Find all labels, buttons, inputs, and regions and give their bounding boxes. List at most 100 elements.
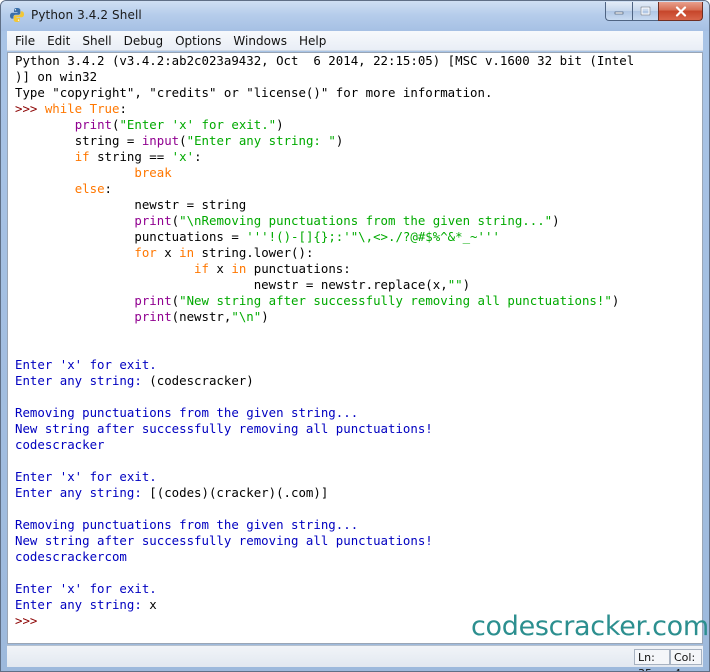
python-icon xyxy=(10,8,24,22)
keyword: if xyxy=(74,149,90,164)
keyword: while xyxy=(44,101,83,116)
menu-help[interactable]: Help xyxy=(293,31,332,51)
output-line: Enter 'x' for exit. xyxy=(15,469,157,484)
string-literal: "New string after successfully removing … xyxy=(179,293,612,308)
code-line: newstr = newstr.replace(x,"") xyxy=(15,277,702,293)
input-line: Enter any string: [(codes)(cracker)(.com… xyxy=(15,485,702,501)
window-controls xyxy=(605,2,703,22)
code-text: x xyxy=(156,245,180,260)
code-line: string = input("Enter any string: ") xyxy=(74,133,344,148)
code-text: x xyxy=(208,261,232,276)
string-literal: "Enter 'x' for exit." xyxy=(119,117,277,132)
code-line: print("New string after successfully rem… xyxy=(134,293,620,308)
user-input: x xyxy=(149,597,157,612)
output-text: Enter any string: xyxy=(15,373,150,388)
code-text: punctuations = xyxy=(134,229,247,244)
close-icon xyxy=(675,5,686,17)
banner-line: Python 3.4.2 (v3.4.2:ab2c023a9432, Oct 6… xyxy=(15,53,635,68)
keyword: else xyxy=(74,181,105,196)
output-line: Removing punctuations from the given str… xyxy=(15,517,359,532)
code-text: ) xyxy=(261,309,269,324)
menu-file[interactable]: File xyxy=(9,31,41,51)
python-shell-window: Python 3.4.2 Shell File Edit Shell Debug… xyxy=(0,0,710,672)
close-button[interactable] xyxy=(658,2,703,21)
keyword: for xyxy=(134,245,157,260)
builtin: print xyxy=(134,213,172,228)
status-column-number: Col: 4 xyxy=(670,649,702,671)
string-literal: "" xyxy=(447,277,463,292)
code-text: string == xyxy=(89,149,172,164)
maximize-button[interactable] xyxy=(632,2,658,21)
menu-debug[interactable]: Debug xyxy=(118,31,169,51)
shell-prompt: >>> xyxy=(15,101,45,116)
string-literal: '''!()-[]{};:'"\,<>./?@#$%^&*_~''' xyxy=(246,229,500,244)
code-text: (newstr, xyxy=(171,309,232,324)
minimize-button[interactable] xyxy=(605,2,632,21)
code-text: : xyxy=(194,149,202,164)
code-text: : xyxy=(104,181,112,196)
code-line: break xyxy=(15,165,702,181)
menu-windows[interactable]: Windows xyxy=(227,31,293,51)
menu-edit[interactable]: Edit xyxy=(41,31,76,51)
output-line: codescracker xyxy=(15,437,105,452)
code-line: print(newstr,"\n") xyxy=(15,309,702,325)
code-text: newstr = string xyxy=(134,197,247,212)
code-line: for x in string.lower(): xyxy=(15,245,702,261)
keyword: break xyxy=(134,165,172,180)
user-input: (codescracker) xyxy=(149,373,254,388)
builtin: print xyxy=(134,309,172,324)
maximize-icon xyxy=(640,6,651,16)
code-line: if string == 'x': xyxy=(15,149,702,165)
keyword: if xyxy=(194,261,209,276)
string-literal: "\nRemoving punctuations from the given … xyxy=(179,213,553,228)
output-line: Enter 'x' for exit. xyxy=(15,581,157,596)
status-line-number: Ln: 35 xyxy=(634,649,670,671)
code-line: punctuations = '''!()-[]{};:'"\,<>./?@#$… xyxy=(15,229,702,245)
code-line: print("Enter 'x' for exit.") xyxy=(74,117,284,132)
output-text: Enter any string: xyxy=(15,597,150,612)
menu-options[interactable]: Options xyxy=(169,31,227,51)
string-literal: "\n" xyxy=(231,309,262,324)
input-line: Enter any string: (codescracker) xyxy=(15,373,702,389)
code-text: string = xyxy=(74,133,142,148)
code-text: punctuations: xyxy=(246,261,351,276)
minimize-icon xyxy=(614,11,624,15)
keyword: in xyxy=(231,261,247,276)
banner-line: )] on win32 xyxy=(15,69,98,84)
code-text: newstr = newstr.replace(x, xyxy=(253,277,448,292)
string-literal: 'x' xyxy=(171,149,195,164)
title-bar[interactable]: Python 3.4.2 Shell xyxy=(1,1,709,31)
string-literal: "Enter any string: " xyxy=(186,133,336,148)
code-line: print("\nRemoving punctuations from the … xyxy=(134,213,560,228)
code-line: newstr = string xyxy=(15,197,702,213)
code-line: if x in punctuations: xyxy=(15,261,702,277)
builtin: print xyxy=(74,117,112,132)
code-text: string.lower(): xyxy=(194,245,314,260)
output-text: Enter any string: xyxy=(15,485,150,500)
output-line: Removing punctuations from the given str… xyxy=(15,405,359,420)
builtin: print xyxy=(134,293,172,308)
output-line: Enter 'x' for exit. xyxy=(15,357,157,372)
keyword: True xyxy=(89,101,120,116)
user-input: [(codes)(cracker)(.com)] xyxy=(149,485,329,500)
code-line: >>> while True: xyxy=(15,101,702,117)
watermark-logo: codescracker.com xyxy=(471,611,709,642)
status-bar: Ln: 35 Col: 4 xyxy=(7,645,703,671)
keyword: in xyxy=(179,245,195,260)
menu-bar: File Edit Shell Debug Options Windows He… xyxy=(7,31,703,51)
output-line: codescrackercom xyxy=(15,549,127,564)
code-line: else: xyxy=(15,181,702,197)
code-text: ) xyxy=(462,277,471,292)
banner-line: Type "copyright", "credits" or "license(… xyxy=(15,85,493,100)
output-line: New string after successfully removing a… xyxy=(15,421,433,436)
code-text: : xyxy=(119,101,127,116)
menu-shell[interactable]: Shell xyxy=(76,31,117,51)
output-line: New string after successfully removing a… xyxy=(15,533,433,548)
shell-text-area[interactable]: Python 3.4.2 (v3.4.2:ab2c023a9432, Oct 6… xyxy=(7,52,703,644)
